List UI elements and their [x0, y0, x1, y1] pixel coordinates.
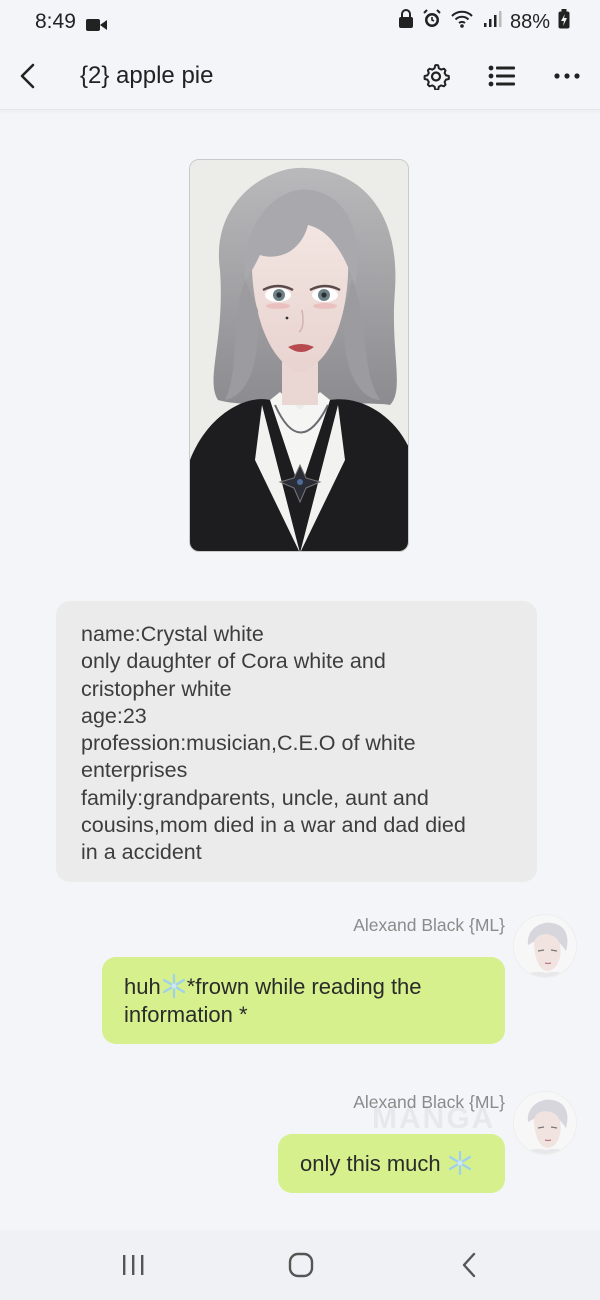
message-text: *frown while reading the	[186, 974, 422, 999]
info-line: family:grandparents, uncle, aunt and	[81, 785, 429, 810]
home-icon	[288, 1252, 314, 1278]
snowflake-icon	[161, 973, 187, 999]
info-line: only daughter of Cora white and	[81, 649, 386, 674]
info-line: enterprises	[81, 758, 188, 783]
sender-name: Alexand Black {ML}	[353, 915, 505, 935]
message-text: huh	[124, 974, 161, 999]
recents-icon	[123, 1255, 144, 1275]
signal-icon	[482, 9, 502, 35]
wifi-icon	[450, 9, 474, 35]
info-line: age:23	[81, 703, 147, 728]
message-text: only this much	[300, 1151, 441, 1176]
alarm-icon	[422, 9, 442, 35]
more-dots-icon	[554, 73, 580, 79]
list-button[interactable]	[484, 58, 520, 94]
character-info-message: name:Crystal white only daughter of Cora…	[56, 601, 537, 882]
battery-percent: 88%	[509, 10, 550, 33]
info-line: name:Crystal white	[81, 622, 264, 646]
avatar-image	[514, 1092, 576, 1154]
lock-icon	[398, 9, 414, 35]
avatar[interactable]	[513, 1091, 577, 1155]
gear-icon	[423, 64, 450, 90]
character-portrait-image[interactable]	[189, 159, 409, 552]
status-bar: 8:49 88%	[0, 0, 600, 44]
status-indicators: 88%	[398, 9, 570, 35]
message-bubble: only this much	[278, 1134, 505, 1193]
avatar[interactable]	[513, 914, 577, 978]
back-arrow-icon	[20, 63, 35, 89]
avatar-image	[514, 915, 576, 977]
nav-back-icon	[462, 1252, 476, 1278]
message-line: information *	[124, 1002, 248, 1027]
list-icon	[488, 65, 515, 87]
video-camera-icon	[85, 15, 107, 31]
info-line: cristopher white	[81, 676, 232, 701]
recents-button[interactable]	[113, 1245, 153, 1285]
info-line: profession:musician,C.E.O of white	[81, 731, 416, 756]
info-line: cousins,mom died in a war and dad died	[81, 813, 466, 838]
system-nav-bar	[0, 1230, 600, 1300]
more-options-button[interactable]	[549, 58, 585, 94]
back-button[interactable]	[10, 58, 46, 94]
status-time: 8:49	[35, 10, 76, 33]
nav-back-button[interactable]	[449, 1245, 489, 1285]
character-illustration	[190, 160, 408, 551]
info-line: in a accident	[81, 840, 202, 865]
watermark: MANGA	[372, 1102, 496, 1135]
snowflake-icon	[447, 1150, 473, 1176]
message-bubble: huh *frown while reading the information …	[102, 957, 505, 1044]
settings-button[interactable]	[418, 58, 454, 94]
chat-header: {2} apple pie	[0, 44, 600, 110]
battery-charging-icon	[558, 9, 570, 35]
home-button[interactable]	[281, 1245, 321, 1285]
message-line: huh *frown while reading the	[124, 973, 485, 1001]
chat-title: {2} apple pie	[80, 62, 214, 89]
